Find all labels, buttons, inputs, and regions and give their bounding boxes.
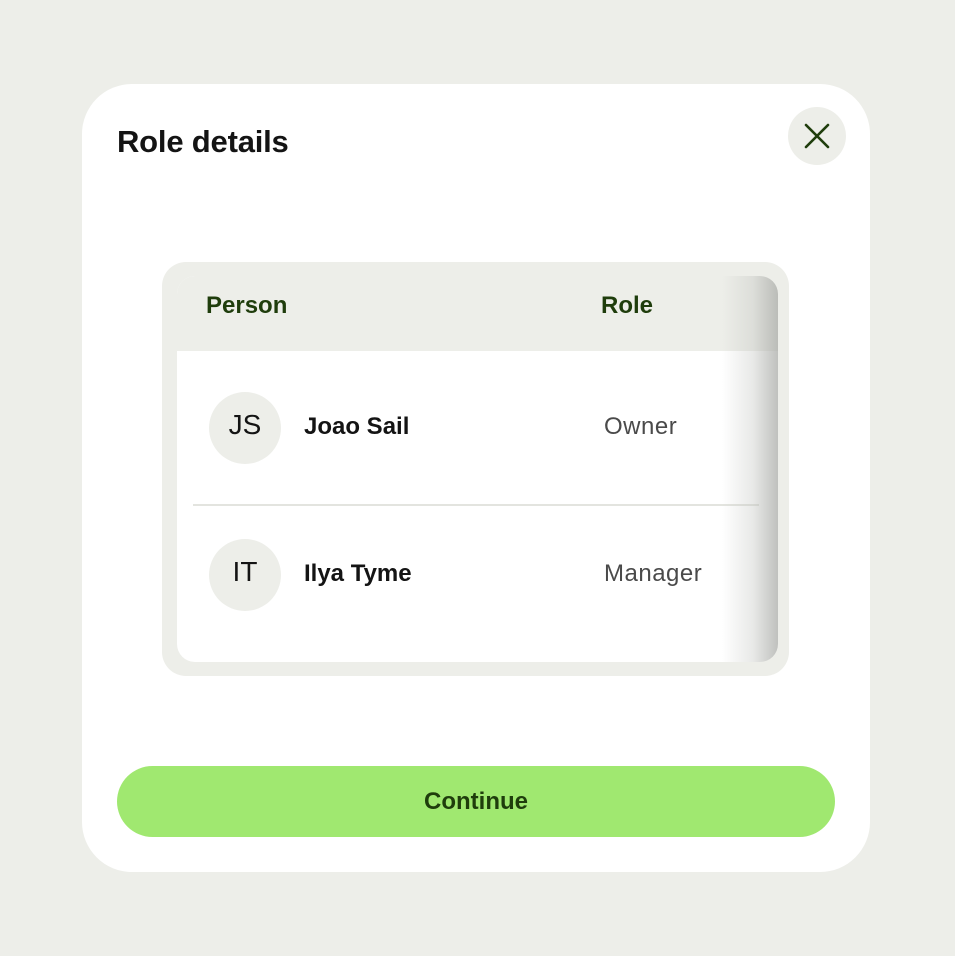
role-details-dialog: Role details Person Role JS Joao Sail Ow… <box>82 84 870 872</box>
person-role: Owner <box>604 413 678 440</box>
continue-button[interactable]: Continue <box>117 766 835 837</box>
close-button[interactable] <box>788 107 846 165</box>
person-name: Joao Sail <box>304 413 410 440</box>
roles-table[interactable]: Person Role JS Joao Sail Owner IT Ilya T… <box>177 276 778 662</box>
column-header-role: Role <box>601 292 654 319</box>
table-header: Person Role <box>177 276 778 351</box>
person-name: Ilya Tyme <box>304 560 412 587</box>
dialog-title: Role details <box>117 124 289 159</box>
avatar: IT <box>209 539 281 611</box>
column-header-person: Person <box>206 292 288 319</box>
avatar: JS <box>209 392 281 464</box>
table-row: JS Joao Sail Owner <box>177 358 778 505</box>
person-role: Manager <box>604 560 703 587</box>
table-row: IT Ilya Tyme Manager <box>177 505 778 652</box>
roles-table-container: Person Role JS Joao Sail Owner IT Ilya T… <box>162 262 789 676</box>
close-icon <box>804 123 830 149</box>
